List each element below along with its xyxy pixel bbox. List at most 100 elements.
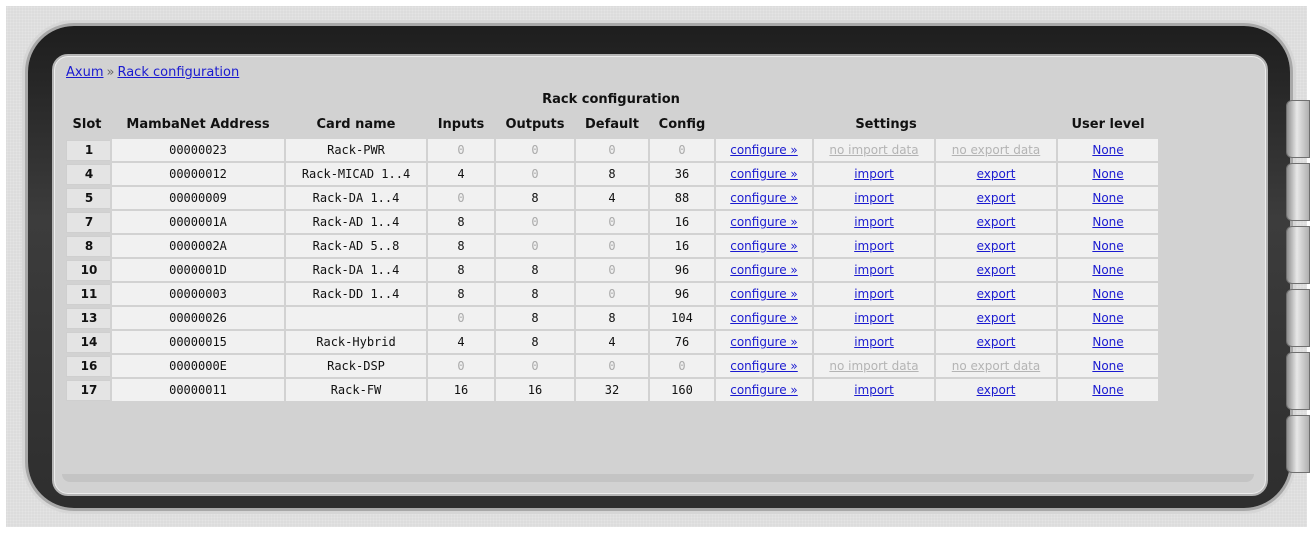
cell-import: no import data xyxy=(812,137,936,163)
cell-import: import xyxy=(812,257,936,283)
breadcrumb-current-link[interactable]: Rack configuration xyxy=(117,65,239,80)
import-link[interactable]: import xyxy=(854,263,894,277)
table-body: 1 00000023 Rack-PWR 0 0 0 0 configure » no impor… xyxy=(62,137,1160,403)
cell-slot: 10 xyxy=(62,257,112,283)
cell-user-level: None xyxy=(1056,137,1160,163)
user-level-link[interactable]: None xyxy=(1092,359,1123,373)
import-link[interactable]: import xyxy=(854,335,894,349)
configure-link[interactable]: configure » xyxy=(730,287,798,301)
configure-link[interactable]: configure » xyxy=(730,383,798,397)
cell-export: export xyxy=(934,161,1058,187)
export-link[interactable]: export xyxy=(977,263,1016,277)
default-value: 4 xyxy=(608,335,616,349)
configure-link[interactable]: configure » xyxy=(730,167,798,181)
export-link[interactable]: export xyxy=(977,167,1016,181)
header-settings: Settings xyxy=(715,112,1057,138)
cell-export: export xyxy=(934,209,1058,235)
cell-user-level: None xyxy=(1056,305,1160,331)
outputs-value: 8 xyxy=(531,287,539,301)
import-link[interactable]: import xyxy=(854,239,894,253)
configure-link[interactable]: configure » xyxy=(730,143,798,157)
cell-configure: configure » xyxy=(714,257,814,283)
cell-export: export xyxy=(934,233,1058,259)
configure-link[interactable]: configure » xyxy=(730,359,798,373)
side-button-2 xyxy=(1286,163,1310,221)
outputs-value: 16 xyxy=(527,383,543,397)
breadcrumb: Axum» Rack configuration xyxy=(66,65,239,80)
cell-user-level: None xyxy=(1056,377,1160,403)
cell-configure: configure » xyxy=(714,305,814,331)
cell-config: 0 xyxy=(648,353,716,379)
cell-import: import xyxy=(812,377,936,403)
cell-slot: 13 xyxy=(62,305,112,331)
configure-link[interactable]: configure » xyxy=(730,215,798,229)
cell-configure: configure » xyxy=(714,137,814,163)
export-link[interactable]: export xyxy=(977,383,1016,397)
table-row: 17 00000011 Rack-FW 16 16 32 160 configure » imp… xyxy=(62,377,1160,403)
outputs-value: 8 xyxy=(531,263,539,277)
configure-link[interactable]: configure » xyxy=(730,239,798,253)
cell-default: 0 xyxy=(574,209,650,235)
user-level-link[interactable]: None xyxy=(1092,311,1123,325)
cell-export: export xyxy=(934,329,1058,355)
slot-number: 17 xyxy=(66,380,109,400)
user-level-link[interactable]: None xyxy=(1092,335,1123,349)
cell-user-level: None xyxy=(1056,233,1160,259)
cell-card-name: Rack-MICAD 1..4 xyxy=(284,161,428,187)
cell-user-level: None xyxy=(1056,209,1160,235)
import-link[interactable]: import xyxy=(854,383,894,397)
import-link[interactable]: import xyxy=(854,191,894,205)
export-link[interactable]: export xyxy=(977,335,1016,349)
cell-card-name: Rack-DD 1..4 xyxy=(284,281,428,307)
cell-inputs: 0 xyxy=(426,353,496,379)
table-row: 8 0000002A Rack-AD 5..8 8 0 0 16 configure » imp… xyxy=(62,233,1160,259)
export-link[interactable]: export xyxy=(977,311,1016,325)
inputs-value: 8 xyxy=(457,215,465,229)
user-level-link[interactable]: None xyxy=(1092,167,1123,181)
cell-configure: configure » xyxy=(714,281,814,307)
cell-export: no export data xyxy=(934,137,1058,163)
cell-card-name xyxy=(284,305,428,331)
cell-inputs: 8 xyxy=(426,257,496,283)
user-level-link[interactable]: None xyxy=(1092,287,1123,301)
configure-link[interactable]: configure » xyxy=(730,335,798,349)
import-link[interactable]: import xyxy=(854,167,894,181)
side-button-5 xyxy=(1286,352,1310,410)
export-link[interactable]: export xyxy=(977,191,1016,205)
inputs-value: 4 xyxy=(457,335,465,349)
configure-link[interactable]: configure » xyxy=(730,191,798,205)
cell-mambanet-address: 00000023 xyxy=(110,137,286,163)
configure-link[interactable]: configure » xyxy=(730,263,798,277)
import-link[interactable]: import xyxy=(854,311,894,325)
cell-slot: 14 xyxy=(62,329,112,355)
import-link[interactable]: import xyxy=(854,215,894,229)
user-level-link[interactable]: None xyxy=(1092,191,1123,205)
cell-card-name: Rack-DSP xyxy=(284,353,428,379)
user-level-link[interactable]: None xyxy=(1092,143,1123,157)
config-value: 0 xyxy=(678,359,686,373)
cell-import: import xyxy=(812,161,936,187)
config-value: 88 xyxy=(674,191,690,205)
cell-import: import xyxy=(812,305,936,331)
export-link[interactable]: export xyxy=(977,287,1016,301)
user-level-link[interactable]: None xyxy=(1092,215,1123,229)
user-level-link[interactable]: None xyxy=(1092,383,1123,397)
table-row: 4 00000012 Rack-MICAD 1..4 4 0 8 36 configure »… xyxy=(62,161,1160,187)
export-link[interactable]: export xyxy=(977,239,1016,253)
export-link[interactable]: export xyxy=(977,215,1016,229)
table-row: 11 00000003 Rack-DD 1..4 8 8 0 96 configure » im… xyxy=(62,281,1160,307)
cell-outputs: 16 xyxy=(494,377,576,403)
cell-card-name: Rack-AD 5..8 xyxy=(284,233,428,259)
cell-card-name: Rack-DA 1..4 xyxy=(284,257,428,283)
cell-inputs: 16 xyxy=(426,377,496,403)
table-row: 7 0000001A Rack-AD 1..4 8 0 0 16 configure » imp… xyxy=(62,209,1160,235)
cell-config: 16 xyxy=(648,233,716,259)
slot-number: 4 xyxy=(66,164,109,184)
configure-link[interactable]: configure » xyxy=(730,311,798,325)
import-link[interactable]: import xyxy=(854,287,894,301)
user-level-link[interactable]: None xyxy=(1092,239,1123,253)
user-level-link[interactable]: None xyxy=(1092,263,1123,277)
cell-default: 0 xyxy=(574,137,650,163)
side-button-column xyxy=(1286,100,1310,478)
breadcrumb-root-link[interactable]: Axum xyxy=(66,65,104,80)
